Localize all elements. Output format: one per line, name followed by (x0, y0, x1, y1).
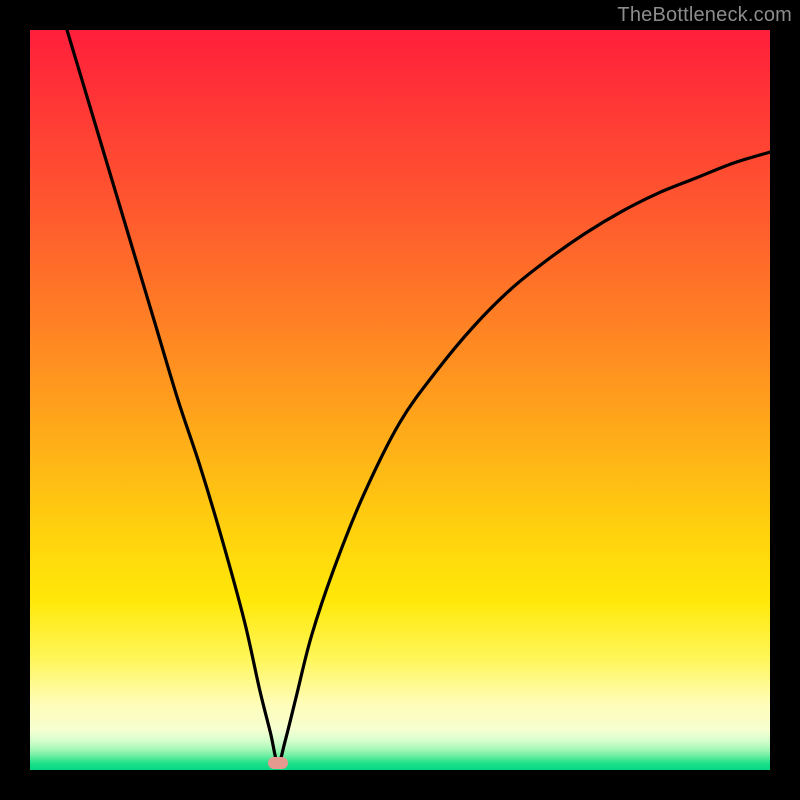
watermark-text: TheBottleneck.com (617, 4, 792, 27)
plot-area (30, 30, 770, 770)
curve-layer (30, 30, 770, 770)
chart-frame: TheBottleneck.com (0, 0, 800, 800)
bottleneck-curve (67, 30, 770, 763)
minimum-marker (268, 757, 288, 769)
